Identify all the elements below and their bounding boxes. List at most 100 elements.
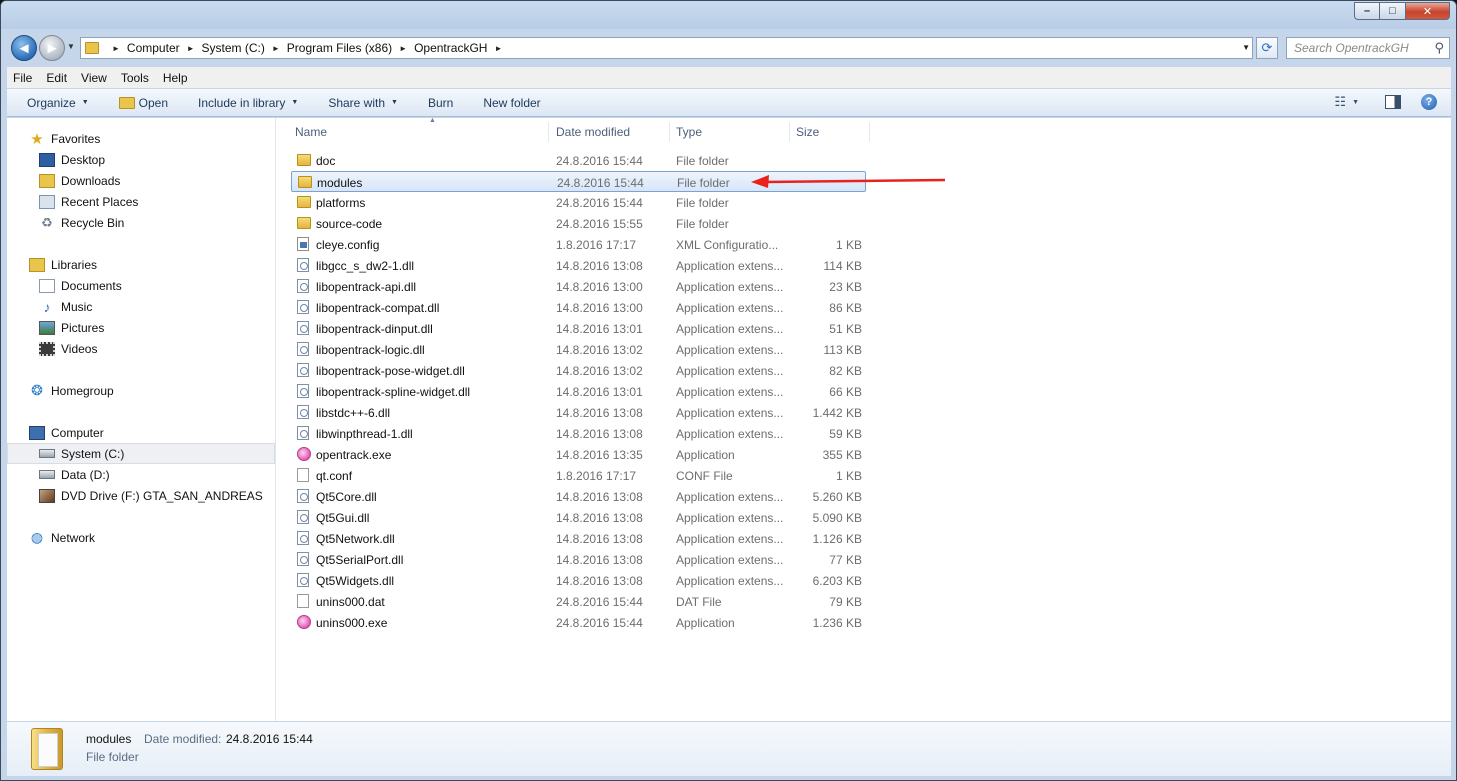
file-row-unins000-exe[interactable]: unins000.exe 24.8.2016 15:44 Application 1.… [291,612,866,633]
sidebar-label: Homegroup [51,383,114,398]
file-row-qt5widgets-dll[interactable]: Qt5Widgets.dll 14.8.2016 13:08 Application… [291,570,866,591]
burn-button[interactable]: Burn [428,96,453,110]
file-row-cleye-config[interactable]: cleye.config 1.8.2016 17:17 XML Configurat… [291,234,866,255]
organize-button[interactable]: Organize ▼ [27,96,89,110]
sidebar-item-system-c[interactable]: System (C:) [7,443,275,464]
menu-file[interactable]: File [13,71,32,85]
dll-icon [297,258,309,272]
file-row-libopentrack-pose-widget-dll[interactable]: libopentrack-pose-widget.dll 14.8.2016 13… [291,360,866,381]
help-icon[interactable]: ? [1421,94,1437,110]
search-icon[interactable]: ⚲ [1434,40,1444,56]
sidebar-item-data-d[interactable]: Data (D:) [7,464,275,485]
file-size: 23 KB [829,280,862,294]
file-date: 14.8.2016 13:00 [556,280,643,294]
file-row-opentrack-exe[interactable]: opentrack.exe 14.8.2016 13:35 Application 3… [291,444,866,465]
recent-pages-dropdown[interactable]: ▼ [67,42,75,51]
new-folder-button[interactable]: New folder [483,96,540,110]
file-row-source-code[interactable]: source-code 24.8.2016 15:55 File folder [291,213,866,234]
file-name: Qt5Widgets.dll [316,574,395,588]
file-row-qt5network-dll[interactable]: Qt5Network.dll 14.8.2016 13:08 Application… [291,528,866,549]
open-button[interactable]: Open [118,96,168,110]
dvd-drive-icon [39,488,55,503]
menu-edit[interactable]: Edit [46,71,67,85]
refresh-button[interactable]: ⟳ [1256,37,1278,59]
sidebar-item-dvd-drive[interactable]: DVD Drive (F:) GTA_SAN_ANDREAS [7,485,275,506]
sidebar-item-downloads[interactable]: Downloads [7,170,275,191]
file-size: 51 KB [829,322,862,336]
breadcrumb-system-c[interactable]: System (C:) [202,41,265,55]
file-row-unins000-dat[interactable]: unins000.dat 24.8.2016 15:44 DAT File 79 KB [291,591,866,612]
share-with-button[interactable]: Share with ▼ [328,96,398,110]
column-header-date[interactable]: Date modified [550,122,670,142]
sidebar-item-documents[interactable]: Documents [7,275,275,296]
file-name: libopentrack-pose-widget.dll [316,364,465,378]
menu-help[interactable]: Help [163,71,188,85]
column-header-type[interactable]: Type [670,122,790,142]
column-header-name[interactable]: Name ▲ [289,117,549,142]
minimize-button[interactable]: – [1354,2,1380,20]
config-icon [297,237,309,251]
sidebar-item-recycle-bin[interactable]: ♻ Recycle Bin [7,212,275,233]
file-type: Application extens... [676,532,784,546]
file-row-platforms[interactable]: platforms 24.8.2016 15:44 File folder [291,192,866,213]
close-button[interactable]: ✕ [1406,2,1450,20]
forward-button[interactable]: ► [39,35,65,61]
file-row-libwinpthread-1-dll[interactable]: libwinpthread-1.dll 14.8.2016 13:08 Applic… [291,423,866,444]
sidebar-item-favorites[interactable]: ★ Favorites [7,128,275,149]
chevron-right-icon[interactable]: ► [187,44,195,53]
file-date: 24.8.2016 15:44 [556,616,643,630]
chevron-down-icon[interactable]: ▼ [1352,99,1359,106]
file-row-qt-conf[interactable]: qt.conf 1.8.2016 17:17 CONF File 1 KB [291,465,866,486]
address-dropdown-icon[interactable]: ▼ [1242,43,1250,52]
file-row-qt5gui-dll[interactable]: Qt5Gui.dll 14.8.2016 13:08 Application ext… [291,507,866,528]
preview-pane-icon[interactable] [1385,95,1401,109]
file-date: 14.8.2016 13:00 [556,301,643,315]
file-row-qt5core-dll[interactable]: Qt5Core.dll 14.8.2016 13:08 Application ex… [291,486,866,507]
breadcrumb-opentrackgh[interactable]: OpentrackGH [414,41,487,55]
maximize-button[interactable]: □ [1380,2,1406,20]
sidebar-item-recent-places[interactable]: Recent Places [7,191,275,212]
sidebar-item-network[interactable]: ◍ Network [7,527,275,548]
file-row-modules[interactable]: modules 24.8.2016 15:44 File folder [291,171,866,192]
sidebar-item-pictures[interactable]: Pictures [7,317,275,338]
videos-icon [39,341,55,356]
file-row-doc[interactable]: doc 24.8.2016 15:44 File folder [291,150,866,171]
file-date: 14.8.2016 13:01 [556,385,643,399]
file-row-libopentrack-dinput-dll[interactable]: libopentrack-dinput.dll 14.8.2016 13:01 Ap… [291,318,866,339]
search-input[interactable]: Search OpentrackGH ⚲ [1286,37,1450,59]
hard-drive-icon [39,470,55,479]
chevron-right-icon[interactable]: ► [494,44,502,53]
file-row-qt5serialport-dll[interactable]: Qt5SerialPort.dll 14.8.2016 13:08 Applicat… [291,549,866,570]
chevron-right-icon[interactable]: ► [399,44,407,53]
dll-icon [297,384,309,398]
file-row-libstdc-6-dll[interactable]: libstdc++-6.dll 14.8.2016 13:08 Applicatio… [291,402,866,423]
file-row-libgcc-s-dw2-1-dll[interactable]: libgcc_s_dw2-1.dll 14.8.2016 13:08 Applica… [291,255,866,276]
include-in-library-button[interactable]: Include in library ▼ [198,96,298,110]
file-row-libopentrack-api-dll[interactable]: libopentrack-api.dll 14.8.2016 13:00 Appli… [291,276,866,297]
breadcrumb-program-files[interactable]: Program Files (x86) [287,41,392,55]
sidebar-item-desktop[interactable]: Desktop [7,149,275,170]
sidebar-item-homegroup[interactable]: ❂ Homegroup [7,380,275,401]
sort-ascending-icon: ▲ [429,117,436,124]
file-row-libopentrack-logic-dll[interactable]: libopentrack-logic.dll 14.8.2016 13:02 App… [291,339,866,360]
file-size: 77 KB [829,553,862,567]
column-header-size[interactable]: Size [790,122,870,142]
chevron-right-icon[interactable]: ► [272,44,280,53]
file-size: 1 KB [835,238,862,252]
sidebar-item-computer[interactable]: Computer [7,422,275,443]
navigation-pane: ★ Favorites Desktop Downloads Recent Pla… [7,118,276,721]
menu-tools[interactable]: Tools [121,71,149,85]
back-button[interactable]: ◄ [11,35,37,61]
file-row-libopentrack-spline-widget-dll[interactable]: libopentrack-spline-widget.dll 14.8.2016 … [291,381,866,402]
chevron-right-icon[interactable]: ► [112,44,120,53]
address-bar[interactable]: ► Computer ► System (C:) ► Program Files… [80,37,1253,59]
sidebar-item-music[interactable]: ♪ Music [7,296,275,317]
sidebar-item-libraries[interactable]: Libraries [7,254,275,275]
menu-view[interactable]: View [81,71,107,85]
file-type: Application extens... [676,322,784,336]
file-row-libopentrack-compat-dll[interactable]: libopentrack-compat.dll 14.8.2016 13:00 Ap… [291,297,866,318]
sidebar-label: Music [61,299,93,314]
sidebar-item-videos[interactable]: Videos [7,338,275,359]
breadcrumb-computer[interactable]: Computer [127,41,180,55]
change-view-icon[interactable]: ☷ [1334,94,1346,110]
